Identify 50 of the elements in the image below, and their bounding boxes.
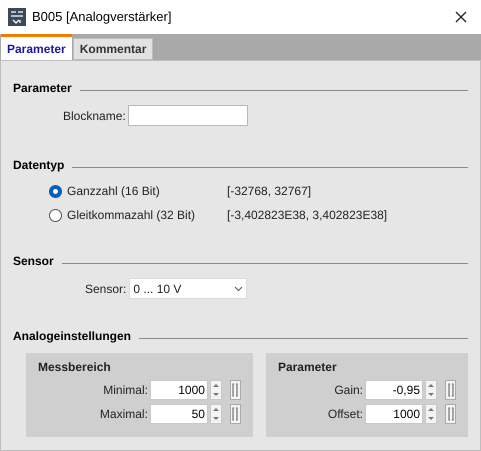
down-arrow-icon [426,390,436,399]
bracket-icon [448,407,454,421]
radio-button[interactable] [49,184,62,198]
section-heading: Datentyp [13,157,64,174]
spin-buttons[interactable] [210,380,222,400]
up-arrow-icon [426,381,436,390]
tab[interactable]: Parameter [1,34,72,60]
connector-button[interactable] [230,404,241,424]
down-arrow-icon [426,414,436,423]
field-label: Minimal: [103,382,148,399]
up-arrow-icon [210,381,221,390]
down-arrow-icon [210,390,221,399]
radio-label[interactable]: Ganzzahl (16 Bit) [67,182,227,200]
field-label: Gain: [334,382,363,399]
chevron-down-icon [234,286,244,292]
bracket-icon [232,383,238,397]
number-field[interactable]: 1000 [150,380,208,400]
range-text: [-3,402823E38, 3,402823E38] [227,207,388,224]
field-label: Blockname: [63,108,126,124]
connector-button[interactable] [445,380,456,400]
group-title: Messbereich [38,359,112,376]
app-logo-icon [8,8,26,26]
section-heading: Parameter [13,80,72,97]
blockname-field[interactable] [128,105,248,126]
number-field[interactable]: 1000 [365,404,423,424]
field-label: Offset: [328,406,363,423]
connector-button[interactable] [445,404,456,424]
field-label: Sensor: [85,280,126,298]
sensor-dropdown[interactable]: 0 ... 10 V [129,278,248,299]
bracket-icon [448,383,454,397]
radio-label[interactable]: Gleitkommazahl (32 Bit) [67,206,227,224]
range-text: [-32768, 32767] [227,183,312,200]
number-field[interactable]: -0,95 [365,380,423,400]
window-title: B005 [Analogverstärker] [32,8,172,26]
spin-buttons[interactable] [210,404,222,424]
connector-button[interactable] [230,380,241,400]
field-label: Maximal: [100,406,148,423]
tab[interactable]: Kommentar [72,38,154,60]
bracket-icon [232,407,238,421]
up-arrow-icon [210,405,221,414]
up-arrow-icon [426,405,436,414]
spin-buttons[interactable] [425,404,437,424]
section-heading: Sensor [13,253,54,270]
down-arrow-icon [210,414,221,423]
group-title: Parameter [278,359,338,376]
radio-button[interactable] [49,208,62,222]
close-icon [455,11,467,23]
spin-buttons[interactable] [425,380,437,400]
section-heading: Analogeinstellungen [13,328,132,345]
number-field[interactable]: 50 [150,404,208,424]
